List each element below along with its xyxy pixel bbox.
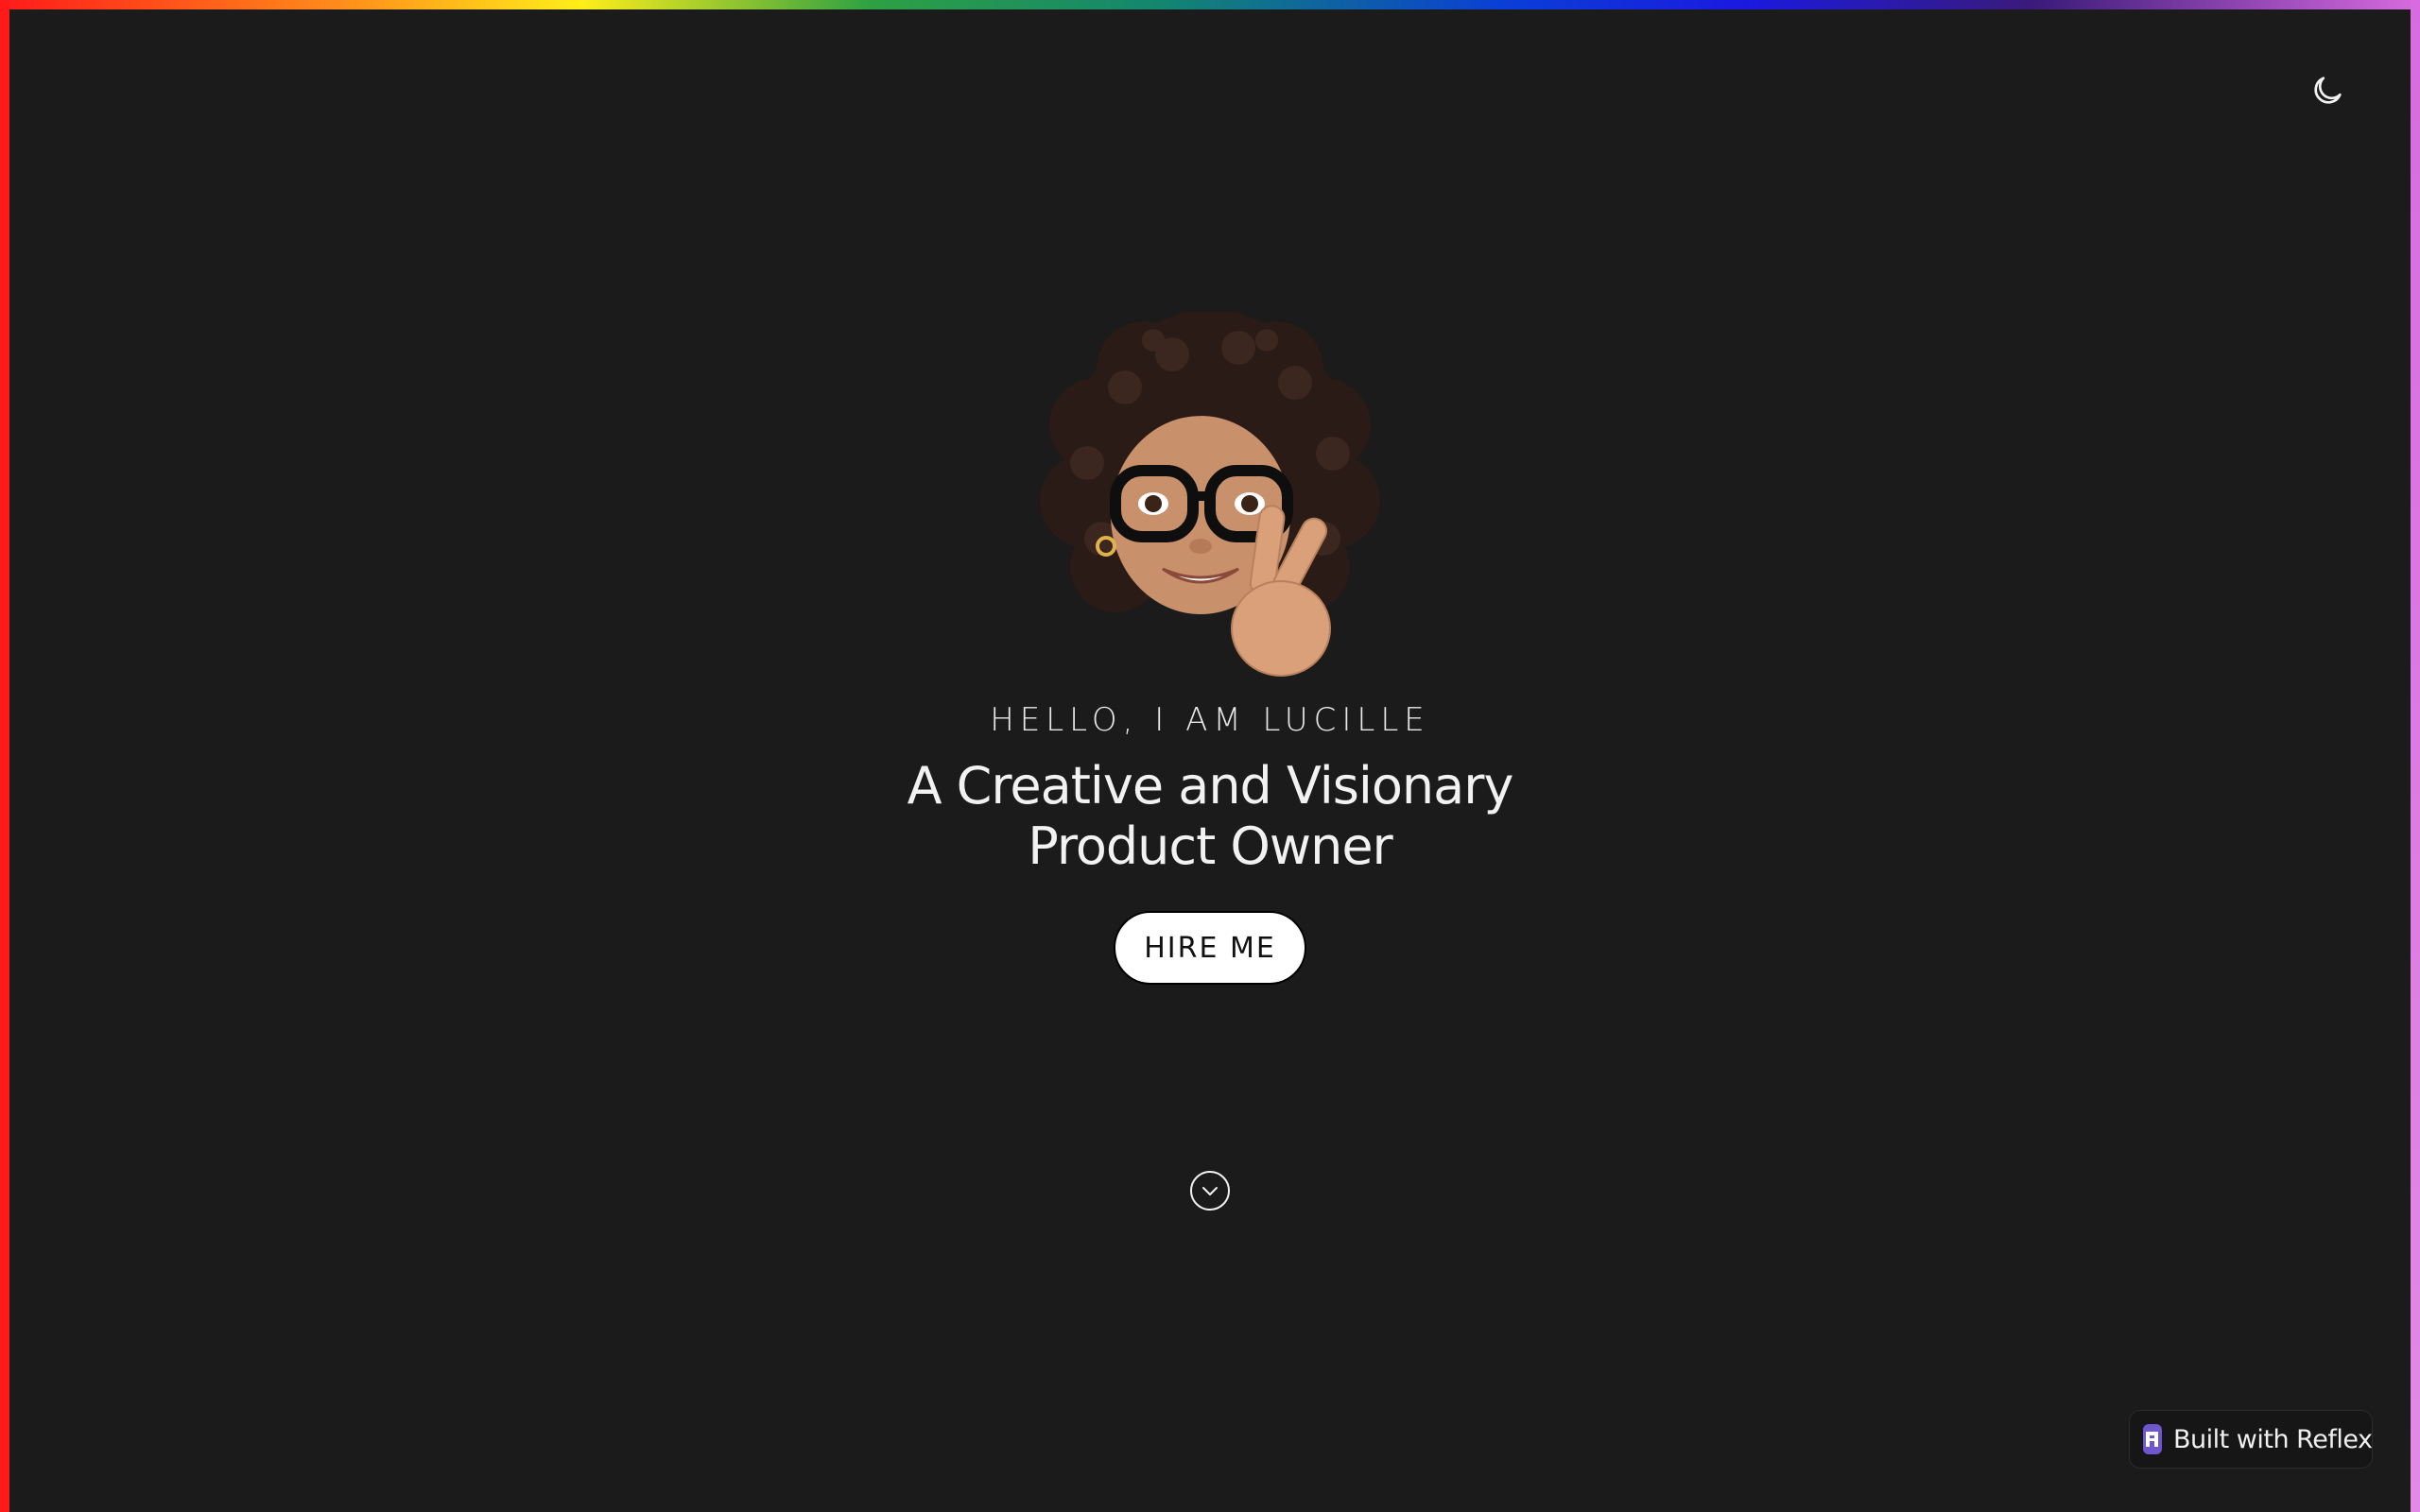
theme-toggle-button[interactable] xyxy=(2307,70,2348,112)
rainbow-border-top xyxy=(0,0,2420,9)
badge-label: Built with Reflex xyxy=(2173,1424,2373,1454)
page: HELLO, I AM LUCILLE A Creative and Visio… xyxy=(0,0,2420,1512)
chevron-down-circle-icon[interactable] xyxy=(1189,1170,1231,1211)
greeting-text: HELLO, I AM LUCILLE xyxy=(990,701,1430,739)
hero-section: HELLO, I AM LUCILLE A Creative and Visio… xyxy=(0,312,2420,985)
hire-me-button[interactable]: HIRE ME xyxy=(1114,911,1306,985)
moon-icon xyxy=(2314,77,2342,104)
memoji-avatar-icon xyxy=(1040,312,1380,677)
page-title: A Creative and Visionary Product Owner xyxy=(907,756,1514,876)
built-with-reflex-badge[interactable]: Built with Reflex xyxy=(2129,1410,2373,1469)
reflex-logo-icon xyxy=(2143,1424,2162,1454)
